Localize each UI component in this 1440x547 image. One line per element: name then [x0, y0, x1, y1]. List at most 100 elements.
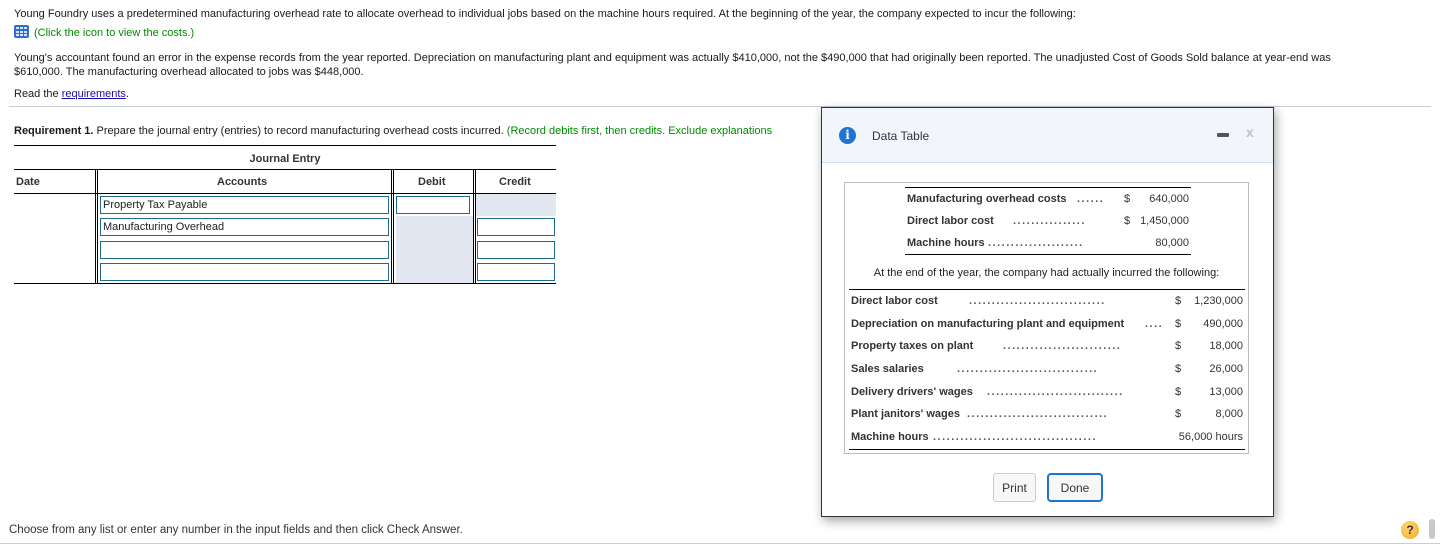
- col-divider: [391, 169, 392, 283]
- leader-dots: ...............................: [957, 363, 1099, 376]
- currency-sign: $: [1175, 340, 1182, 353]
- row-value: 56,000 hours: [1178, 431, 1243, 444]
- credit-input-4[interactable]: [477, 263, 555, 281]
- footer-divider: [0, 543, 1440, 544]
- journal-entry-title: Journal Entry: [249, 153, 321, 165]
- close-icon[interactable]: x: [1246, 124, 1254, 140]
- col-divider: [97, 169, 98, 283]
- cost-data-table: Manufacturing overhead costs ...... $ 64…: [844, 182, 1249, 454]
- row-value: 1,450,000: [1140, 215, 1189, 227]
- row-value: 18,000: [1209, 340, 1243, 353]
- row-label: Manufacturing overhead costs: [907, 193, 1067, 205]
- view-costs-hint[interactable]: (Click the icon to view the costs.): [34, 27, 194, 39]
- leader-dots: ....................................: [933, 431, 1098, 444]
- requirements-link[interactable]: requirements: [62, 88, 126, 100]
- problem-intro: Young Foundry uses a predetermined manuf…: [14, 8, 1076, 20]
- actual-row: Delivery drivers' wages ................…: [849, 381, 1245, 404]
- instruction-text: Choose from any list or enter any number…: [9, 524, 463, 536]
- row-label: Sales salaries: [851, 363, 924, 376]
- row-label: Property taxes on plant: [851, 340, 974, 353]
- requirement-text: Prepare the journal entry (entries) to r…: [93, 125, 507, 137]
- header-credit: Credit: [499, 176, 531, 188]
- leader-dots: ..........................: [1003, 340, 1122, 353]
- currency-sign: $: [1175, 408, 1182, 421]
- credit-input-3[interactable]: [477, 241, 555, 259]
- leader-dots: ..............................: [987, 385, 1124, 398]
- table-top-rule: [14, 145, 556, 146]
- help-icon[interactable]: ?: [1401, 521, 1419, 539]
- row-value: 640,000: [1149, 193, 1189, 205]
- print-button[interactable]: Print: [993, 473, 1036, 502]
- info-icon: i: [839, 127, 856, 144]
- account-input-2[interactable]: [100, 218, 389, 236]
- expected-costs: Manufacturing overhead costs ...... $ 64…: [905, 187, 1191, 255]
- currency-sign: $: [1175, 317, 1182, 330]
- col-divider: [95, 169, 96, 283]
- read-suffix: .: [125, 88, 129, 100]
- row-label: Direct labor cost: [851, 295, 938, 307]
- actual-row: Machine hours ..........................…: [849, 426, 1245, 449]
- leader-dots: ......: [1077, 193, 1105, 205]
- actual-costs: Direct labor cost ......................…: [849, 289, 1245, 450]
- error-note-line1: Young's accountant found an error in the…: [14, 52, 1331, 64]
- row-label: Machine hours: [907, 237, 985, 249]
- row-label: Machine hours: [851, 431, 929, 444]
- currency-sign: $: [1175, 295, 1182, 307]
- currency-sign: $: [1175, 363, 1182, 376]
- row-label: Delivery drivers' wages: [851, 385, 973, 398]
- data-table-dialog: i Data Table x Manufacturing overhead co…: [821, 107, 1274, 517]
- row-value: 1,230,000: [1194, 295, 1243, 307]
- row-value: 26,000: [1209, 363, 1243, 376]
- debit-input-1[interactable]: [396, 196, 470, 214]
- actual-row: Property taxes on plant ................…: [849, 335, 1245, 358]
- view-costs-link[interactable]: (Click the icon to view the costs.): [14, 25, 194, 40]
- expected-row: Manufacturing overhead costs ...... $ 64…: [905, 188, 1191, 210]
- dialog-header[interactable]: i Data Table x: [822, 108, 1273, 163]
- header-date: Date: [16, 176, 40, 188]
- row-value: 13,000: [1209, 385, 1243, 398]
- read-prefix: Read the: [14, 88, 62, 100]
- credit-input-2[interactable]: [477, 218, 555, 236]
- leader-dots: .....................: [988, 237, 1084, 249]
- currency-sign: $: [1124, 193, 1131, 205]
- leader-dots: ..............................: [969, 295, 1106, 307]
- error-note-line2: $610,000. The manufacturing overhead all…: [14, 66, 364, 78]
- table-grid-icon[interactable]: [14, 25, 29, 38]
- expected-row: Direct labor cost ................ $ 1,4…: [905, 210, 1191, 232]
- credit-disabled-cell: [476, 194, 556, 216]
- row-label: Depreciation on manufacturing plant and …: [851, 317, 1125, 330]
- col-divider: [393, 169, 394, 283]
- currency-sign: $: [1175, 385, 1182, 398]
- dialog-title: Data Table: [872, 129, 930, 143]
- header-accounts: Accounts: [217, 176, 268, 188]
- leader-dots: ....: [1145, 317, 1164, 330]
- read-requirements: Read the requirements.: [14, 87, 129, 101]
- expected-row: Machine hours ..................... 80,0…: [905, 232, 1191, 254]
- actual-intro: At the end of the year, the company had …: [873, 267, 1220, 279]
- actual-row: Direct labor cost ......................…: [849, 290, 1245, 313]
- actual-row: Sales salaries .........................…: [849, 358, 1245, 381]
- row-label: Plant janitors' wages: [851, 408, 960, 421]
- account-input-1[interactable]: [100, 196, 389, 214]
- done-button[interactable]: Done: [1047, 473, 1103, 502]
- requirement-label: Requirement 1.: [14, 125, 94, 137]
- account-input-3[interactable]: [100, 241, 389, 259]
- error-note: Young's accountant found an error in the…: [14, 51, 1429, 79]
- header-debit: Debit: [418, 176, 446, 188]
- table-bottom-rule: [14, 283, 556, 284]
- col-divider: [475, 169, 476, 283]
- row-label: Direct labor cost: [907, 215, 994, 227]
- debit-disabled-cells: [396, 216, 473, 283]
- currency-sign: $: [1124, 215, 1131, 227]
- scrollbar-thumb[interactable]: [1429, 519, 1435, 539]
- minimize-icon[interactable]: [1217, 133, 1229, 137]
- col-divider: [473, 169, 474, 283]
- leader-dots: ................: [1013, 215, 1086, 227]
- requirement-hint: (Record debits first, then credits. Excl…: [506, 125, 773, 137]
- account-input-4[interactable]: [100, 263, 389, 281]
- actual-row: Depreciation on manufacturing plant and …: [849, 313, 1245, 336]
- row-value: 490,000: [1203, 317, 1243, 330]
- row-value: 8,000: [1215, 408, 1243, 421]
- requirement-1: Requirement 1. Prepare the journal entry…: [14, 125, 772, 137]
- row-value: 80,000: [1155, 237, 1189, 249]
